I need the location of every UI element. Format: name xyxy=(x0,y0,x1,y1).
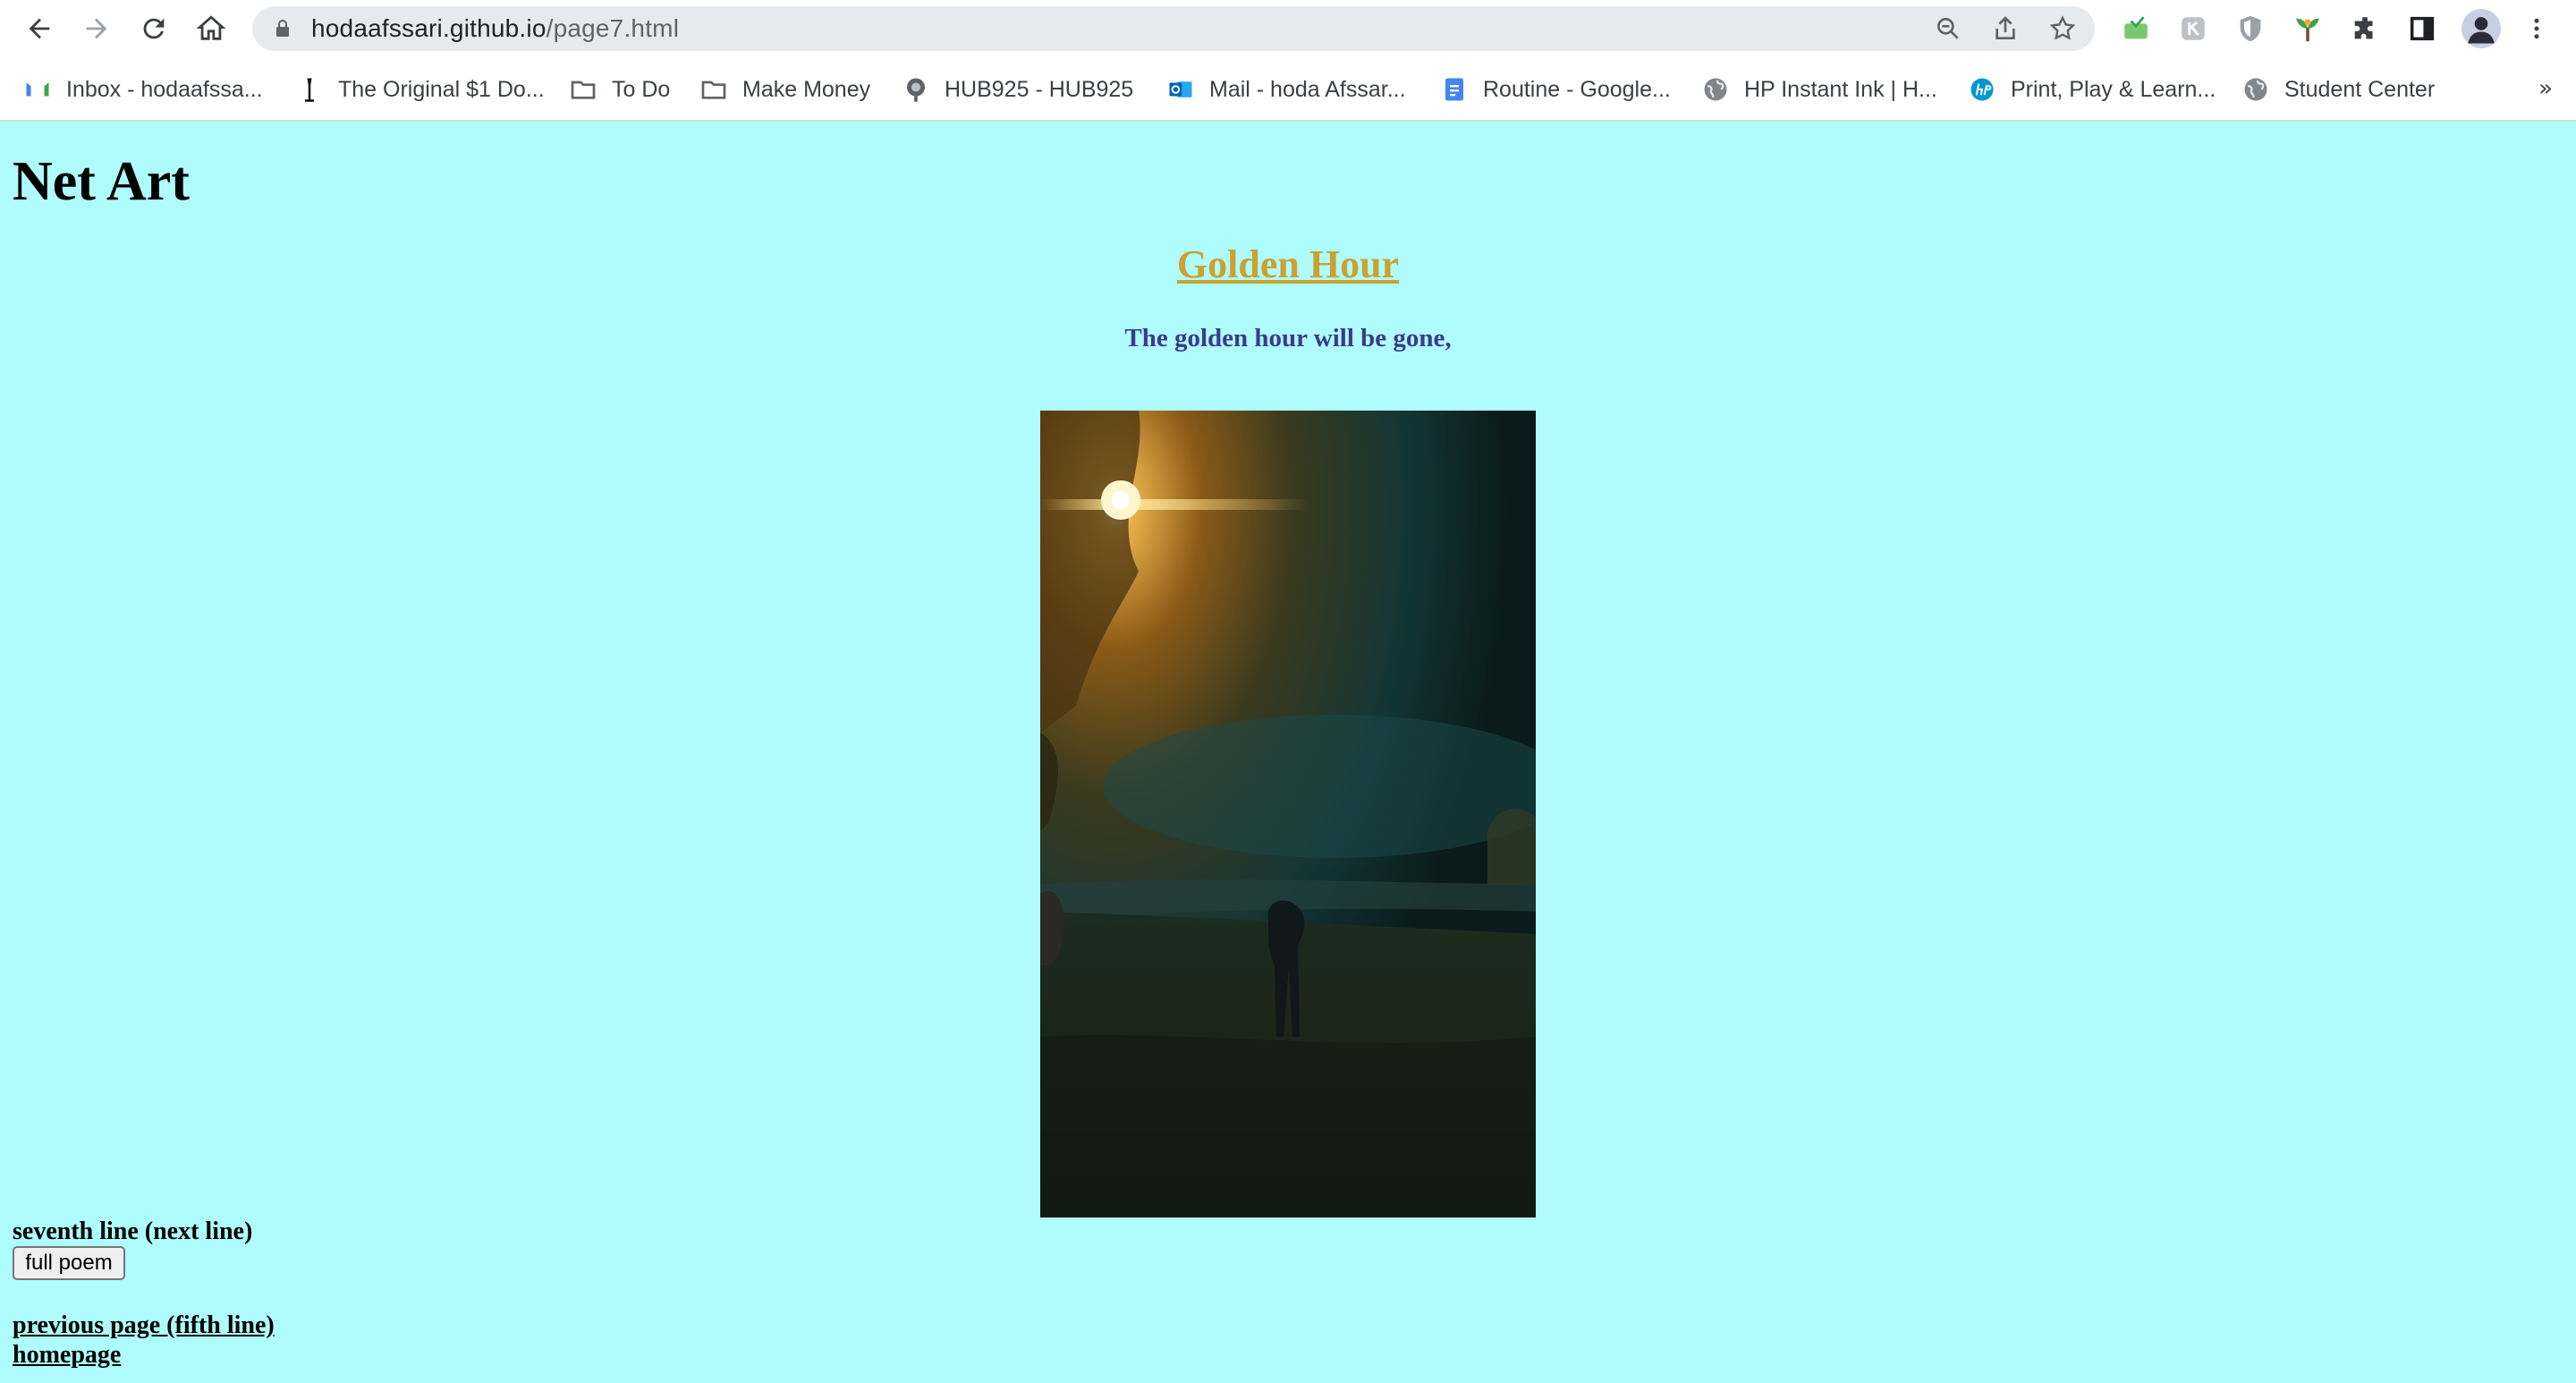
globe-icon xyxy=(1701,75,1730,104)
bookmark-routine-doc[interactable]: Routine - Google... xyxy=(1440,75,1671,104)
globe-icon xyxy=(2241,75,2270,104)
hub-icon xyxy=(902,75,930,104)
extension-plant-icon[interactable] xyxy=(2292,13,2324,45)
bookmark-hp-print-play[interactable]: Print, Play & Learn... xyxy=(1968,75,2216,104)
bookmarks-bar: Inbox - hodaafssa... The Original $1 Do.… xyxy=(0,57,2576,122)
razor-icon xyxy=(295,75,324,104)
folder-icon xyxy=(569,75,597,104)
reload-icon[interactable] xyxy=(136,11,172,47)
hp-icon xyxy=(1968,75,1996,104)
poem-line: The golden hour will be gone, xyxy=(1124,324,1452,352)
bookmark-hub925[interactable]: HUB925 - HUB925 xyxy=(902,75,1133,104)
zoom-icon[interactable] xyxy=(1934,14,1962,43)
art-title-link[interactable]: Golden Hour xyxy=(0,242,2576,287)
page-title: Net Art xyxy=(13,151,190,212)
url-text[interactable]: hodaafssari.github.io/page7.html xyxy=(311,14,679,43)
extension-shield-icon[interactable] xyxy=(2234,13,2267,45)
side-panel-icon[interactable] xyxy=(2406,13,2438,45)
browser-menu-icon[interactable] xyxy=(2521,13,2553,45)
extension-inbox-icon[interactable] xyxy=(2120,13,2152,45)
profile-avatar[interactable] xyxy=(2462,9,2501,48)
lock-icon[interactable] xyxy=(272,18,293,39)
previous-page-link[interactable]: previous page (fifth line) xyxy=(13,1311,275,1340)
folder-icon xyxy=(699,75,728,104)
docs-icon xyxy=(1440,75,1469,104)
bookmark-folder-make-money[interactable]: Make Money xyxy=(699,75,870,104)
address-bar[interactable]: hodaafssari.github.io/page7.html xyxy=(252,6,2095,51)
homepage-link[interactable]: homepage xyxy=(13,1341,121,1370)
bookmark-folder-todo[interactable]: To Do xyxy=(569,75,670,104)
full-poem-button[interactable]: full poem xyxy=(13,1246,125,1280)
back-icon[interactable] xyxy=(21,11,57,47)
bookmark-dollar-shave[interactable]: The Original $1 Do... xyxy=(295,75,545,104)
browser-toolbar: hodaafssari.github.io/page7.html xyxy=(0,0,2576,57)
outlook-icon xyxy=(1166,75,1195,104)
gmail-icon xyxy=(23,75,52,104)
forward-icon[interactable] xyxy=(79,11,114,47)
bookmark-star-icon[interactable] xyxy=(2048,14,2077,43)
bookmark-inbox[interactable]: Inbox - hodaafssa... xyxy=(23,75,263,104)
golden-hour-artwork xyxy=(1040,411,1536,1218)
bookmark-student-center[interactable]: Student Center xyxy=(2241,75,2435,104)
share-icon[interactable] xyxy=(1991,14,2020,43)
extension-grey-icon[interactable] xyxy=(2177,13,2209,45)
extensions-puzzle-icon[interactable] xyxy=(2349,13,2381,45)
bookmark-hp-instant-ink[interactable]: HP Instant Ink | H... xyxy=(1701,75,1937,104)
home-icon[interactable] xyxy=(193,11,229,47)
bookmarks-overflow-chevron-icon[interactable]: » xyxy=(2538,75,2553,102)
next-line-link[interactable]: seventh line (next line) xyxy=(13,1218,252,1246)
art-title-text[interactable]: Golden Hour xyxy=(1177,242,1399,286)
bookmark-outlook-mail[interactable]: Mail - hoda Afssar... xyxy=(1166,75,1406,104)
